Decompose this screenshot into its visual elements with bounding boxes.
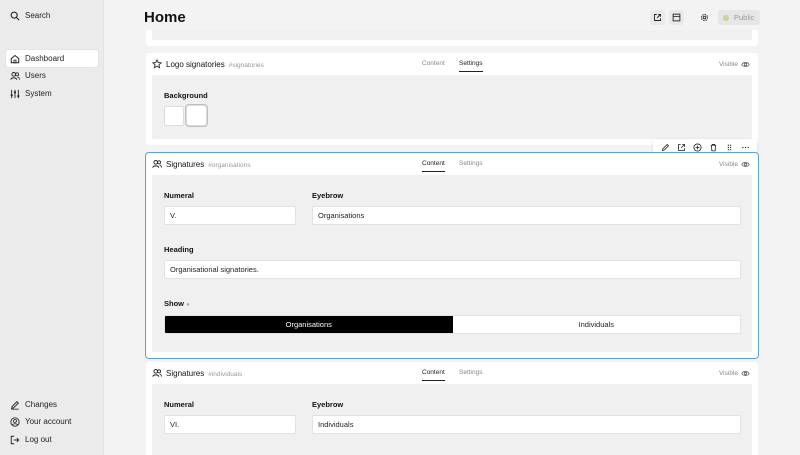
open-icon[interactable] — [677, 143, 686, 152]
numeral-field[interactable]: VI. — [164, 415, 296, 434]
block-title-text: Signatures — [166, 369, 205, 378]
show-toggle: Organisations Individuals — [164, 315, 741, 334]
eyebrow-field[interactable]: Organisations — [312, 206, 741, 225]
visibility-toggle[interactable]: Visible — [719, 160, 750, 169]
sliders-icon — [10, 89, 20, 98]
block-body: Numeral V. Eyebrow Organisations Heading… — [152, 175, 752, 352]
sidebar-item-label: Your account — [25, 417, 72, 426]
block-anchor: #signatories — [228, 62, 264, 69]
block-signatures-individuals: Signatures #individuals Content Settings … — [146, 362, 758, 455]
tab-settings[interactable]: Settings — [459, 60, 483, 72]
eye-icon — [741, 62, 750, 67]
block-header: Logo signatories #signatories Content Set… — [146, 53, 758, 75]
block-anchor: #organisations — [208, 162, 251, 169]
drag-icon[interactable] — [725, 143, 734, 152]
sidebar-item-label: Dashboard — [25, 54, 65, 63]
sidebar-item-logout[interactable]: Log out — [6, 431, 98, 448]
sidebar-item-changes[interactable]: Changes — [6, 396, 98, 413]
block-body: Numeral VI. Eyebrow Individuals — [152, 384, 752, 455]
visibility-toggle[interactable]: Visible — [719, 369, 750, 378]
show-label: Show ● — [164, 299, 190, 308]
tab-settings[interactable]: Settings — [459, 160, 483, 167]
edit-icon[interactable] — [661, 143, 670, 152]
tab-content[interactable]: Content — [422, 369, 445, 381]
sidebar-item-label: Changes — [25, 400, 58, 409]
account-icon — [10, 416, 20, 427]
show-option-organisations[interactable]: Organisations — [165, 316, 453, 333]
users-icon — [152, 160, 162, 168]
sidebar-item-users[interactable]: Users — [6, 67, 98, 84]
sidebar-item-label: Log out — [25, 435, 52, 444]
users-icon — [152, 369, 162, 377]
eye-icon — [741, 162, 750, 167]
eyebrow-label: Eyebrow — [312, 191, 344, 200]
sidebar-item-label: System — [25, 89, 52, 98]
show-label-text: Show — [164, 299, 184, 308]
previous-block-bottom — [146, 30, 758, 46]
eyebrow-field[interactable]: Individuals — [312, 415, 741, 434]
delete-icon[interactable] — [709, 143, 718, 152]
block-title: Logo signatories #signatories — [166, 60, 264, 69]
visibility-label: Visible — [718, 61, 738, 68]
sidebar-item-system[interactable]: System — [6, 85, 98, 102]
block-body: Background — [152, 75, 752, 139]
tab-content[interactable]: Content — [422, 60, 445, 67]
pencil-icon — [11, 400, 19, 410]
background-label: Background — [164, 91, 208, 100]
numeral-label: Numeral — [164, 191, 195, 200]
search-icon — [10, 11, 20, 21]
sidebar-item-account[interactable]: Your account — [6, 413, 98, 430]
visibility-label: Visible — [718, 370, 738, 377]
more-icon[interactable] — [741, 143, 750, 152]
search-button[interactable]: Search — [6, 7, 98, 24]
block-title: Signatures #individuals — [166, 369, 242, 378]
block-header: Signatures #individuals Content Settings … — [146, 362, 758, 384]
eye-icon — [741, 371, 750, 376]
sidebar-item-label: Users — [25, 71, 46, 80]
eyebrow-label: Eyebrow — [312, 400, 344, 409]
logout-icon — [10, 435, 20, 444]
block-title-text: Logo signatories — [166, 60, 225, 69]
previous-block — [146, 0, 758, 46]
numeral-label: Numeral — [164, 400, 195, 409]
background-swatch-1[interactable] — [164, 106, 184, 126]
heading-label: Heading — [164, 245, 194, 254]
tab-settings[interactable]: Settings — [459, 369, 483, 376]
background-swatch-2[interactable] — [186, 105, 207, 126]
previous-block-body — [152, 30, 752, 40]
sidebar: Search Dashboard Users System Changes Yo… — [0, 0, 104, 455]
sidebar-item-dashboard[interactable]: Dashboard — [6, 50, 98, 67]
add-icon[interactable] — [692, 143, 702, 152]
block-header: Signatures #organisations Content Setting… — [146, 153, 758, 175]
required-indicator-icon: ● — [186, 302, 190, 308]
search-label: Search — [25, 11, 51, 20]
users-icon — [10, 71, 20, 80]
tab-content[interactable]: Content — [422, 160, 445, 172]
block-title-text: Signatures — [166, 160, 205, 169]
visibility-label: Visible — [718, 161, 738, 168]
main-content: Home Public Logo signatories #signatories… — [104, 0, 800, 455]
numeral-field[interactable]: V. — [164, 206, 296, 225]
visibility-toggle[interactable]: Visible — [719, 60, 750, 69]
block-anchor: #individuals — [208, 371, 243, 378]
home-icon — [10, 54, 20, 63]
heading-field[interactable]: Organisational signatories. — [164, 260, 741, 279]
star-icon — [152, 59, 162, 69]
show-option-individuals[interactable]: Individuals — [452, 316, 740, 333]
block-title: Signatures #organisations — [166, 160, 251, 169]
block-logo-signatories: Logo signatories #signatories Content Set… — [146, 53, 758, 145]
block-signatures-organisations: Signatures #organisations Content Setting… — [146, 153, 758, 358]
